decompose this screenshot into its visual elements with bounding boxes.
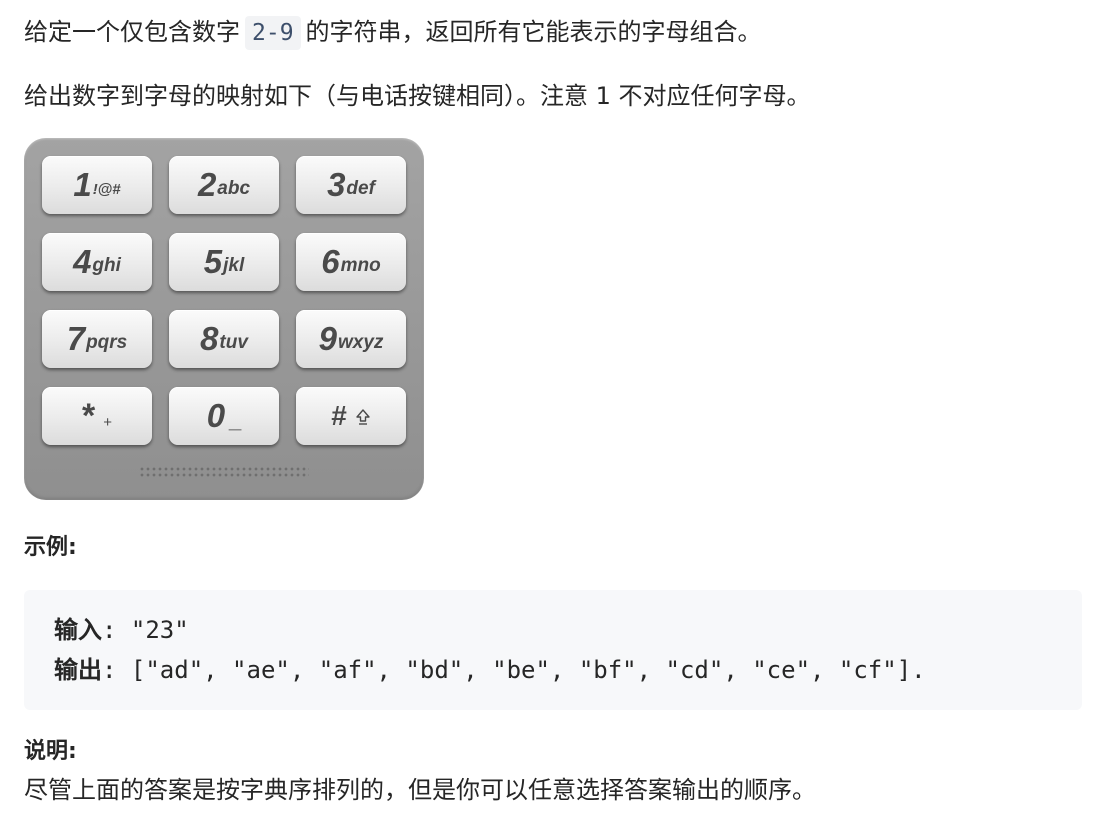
shift-icon [355, 408, 371, 431]
output-label: 输出 [54, 656, 102, 684]
explanation-text: 尽管上面的答案是按字典序排列的，但是你可以任意选择答案输出的顺序。 [24, 776, 816, 804]
key-4: 4 ghi [42, 233, 152, 291]
input-value: : "23" [102, 616, 189, 644]
key-letters: def [346, 178, 375, 199]
intro-text-before: 给定一个仅包含数字 [24, 18, 240, 46]
key-letters: !@# [92, 180, 121, 198]
key-2: 2 abc [169, 156, 279, 214]
phone-keypad-image: 1 !@# 2 abc 3 def 4 ghi 5 jkl 6 mno 7 pq… [24, 138, 424, 500]
key-letters: abc [217, 178, 251, 199]
key-letters: mno [340, 255, 381, 276]
example-input-line: 输入: "23" [54, 612, 189, 648]
explanation-heading: 说明: [24, 739, 77, 764]
key-digit: 0 [206, 397, 225, 434]
key-letters: + [103, 413, 112, 431]
key-digit: 1 [73, 166, 91, 203]
digit-range-code: 2-9 [245, 16, 301, 50]
key-letters: pqrs [86, 332, 128, 353]
output-value: : ["ad", "ae", "af", "bd", "be", "bf", "… [102, 656, 926, 684]
example-heading: 示例: [24, 535, 77, 560]
problem-intro: 给定一个仅包含数字 2-9 的字符串，返回所有它能表示的字母组合。 [24, 14, 762, 50]
key-star: * + [42, 387, 152, 445]
key-digit: # [331, 400, 347, 431]
example-output-line: 输出: ["ad", "ae", "af", "bd", "be", "bf",… [54, 652, 926, 688]
key-hash: # [296, 387, 406, 445]
key-digit: 6 [321, 243, 339, 280]
key-8: 8 tuv [169, 310, 279, 368]
key-digit: 5 [203, 243, 222, 280]
key-letters: jkl [223, 255, 245, 276]
key-digit: 4 [73, 243, 91, 280]
key-letters: ghi [92, 255, 121, 276]
key-letters: _ [229, 406, 242, 431]
key-digit: 7 [66, 320, 85, 357]
mapping-note: 给出数字到字母的映射如下（与电话按键相同）。注意 1 不对应任何字母。 [24, 82, 811, 110]
key-1: 1 !@# [42, 156, 152, 214]
key-digit: 9 [318, 320, 337, 357]
key-digit: 8 [200, 320, 218, 357]
speaker-grille [139, 466, 309, 478]
key-7: 7 pqrs [42, 310, 152, 368]
key-6: 6 mno [296, 233, 406, 291]
key-9: 9 wxyz [296, 310, 406, 368]
intro-text-after: 的字符串，返回所有它能表示的字母组合。 [305, 18, 762, 46]
key-digit: * [82, 396, 96, 435]
input-label: 输入 [54, 616, 102, 644]
key-0: 0 _ [169, 387, 279, 445]
key-letters: tuv [219, 332, 248, 353]
key-digit: 2 [197, 166, 216, 203]
key-5: 5 jkl [169, 233, 279, 291]
key-3: 3 def [296, 156, 406, 214]
key-digit: 3 [327, 166, 345, 203]
example-code-block: 输入: "23" 输出: ["ad", "ae", "af", "bd", "b… [24, 590, 1082, 710]
key-letters: wxyz [337, 332, 384, 353]
